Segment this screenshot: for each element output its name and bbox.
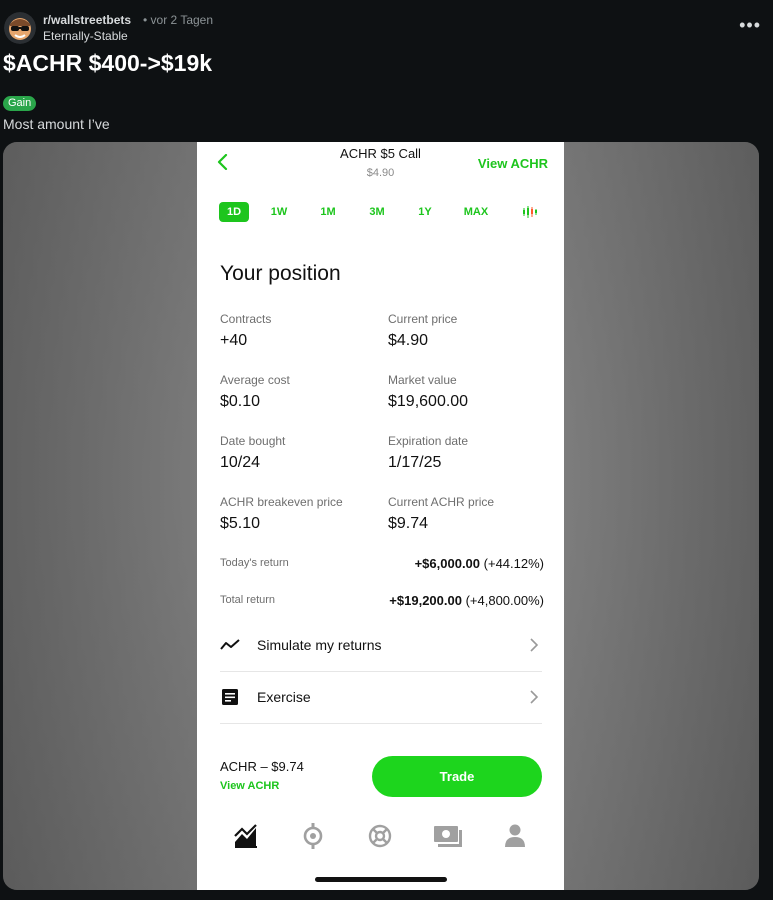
post-title[interactable]: $ACHR $400->$19k <box>3 50 212 77</box>
date-bought-label: Date bought <box>220 434 286 448</box>
contracts-label: Contracts <box>220 312 272 326</box>
todays-return-value: +$6,000.00 (+44.12%) <box>415 556 544 571</box>
home-indicator[interactable] <box>315 877 447 882</box>
total-return-percent: (+4,800.00%) <box>465 593 544 608</box>
document-icon <box>222 689 238 705</box>
simulate-returns-row[interactable]: Simulate my returns <box>220 620 542 670</box>
total-return-value: +$19,200.00 (+4,800.00%) <box>389 593 544 608</box>
phone-screenshot: ACHR $5 Call $4.90 View ACHR 1D 1W 1M 3M… <box>197 142 564 890</box>
market-value-value: $19,600.00 <box>388 393 469 410</box>
todays-return-percent: (+44.12%) <box>483 556 544 571</box>
subreddit-name[interactable]: r/wallstreetbets <box>43 13 131 27</box>
contracts-value: +40 <box>220 332 248 349</box>
current-price-label: Current price <box>388 312 458 326</box>
average-cost-label: Average cost <box>220 373 290 387</box>
post-flair[interactable]: Gain <box>3 96 37 111</box>
chevron-right-icon <box>530 690 539 704</box>
bottom-tab-bar <box>197 822 564 856</box>
network-icon[interactable] <box>366 822 394 850</box>
view-achr-link[interactable]: View ACHR <box>478 156 548 171</box>
post-author[interactable]: Eternally-Stable <box>43 29 128 43</box>
current-price-value: $4.90 <box>388 332 429 349</box>
current-achr-value: $9.74 <box>388 515 429 532</box>
range-1w[interactable]: 1W <box>269 202 289 222</box>
market-value-label: Market value <box>388 373 457 387</box>
todays-return-amount: +$6,000.00 <box>414 556 481 571</box>
account-person-icon[interactable] <box>501 822 529 850</box>
breakeven-label: ACHR breakeven price <box>220 495 343 509</box>
post-media[interactable]: ACHR $5 Call $4.90 View ACHR 1D 1W 1M 3M… <box>3 142 759 890</box>
candlestick-icon[interactable] <box>522 204 538 220</box>
investing-chart-icon[interactable] <box>232 822 260 850</box>
exercise-row[interactable]: Exercise <box>220 672 542 722</box>
simulate-returns-label: Simulate my returns <box>257 637 382 653</box>
trend-line-icon <box>220 639 240 650</box>
cash-icon[interactable] <box>432 822 464 850</box>
media-blur-left <box>3 142 197 890</box>
total-return-label: Total return <box>220 594 276 606</box>
row-divider <box>220 723 542 724</box>
range-3m[interactable]: 3M <box>367 202 387 222</box>
footer-ticker-price: ACHR – $9.74 <box>220 759 304 774</box>
trade-button[interactable]: Trade <box>372 756 542 797</box>
post-time: • vor 2 Tagen <box>143 13 214 27</box>
total-return-amount: +$19,200.00 <box>389 593 462 608</box>
range-max[interactable]: MAX <box>461 202 491 222</box>
crypto-icon[interactable] <box>299 822 327 850</box>
breakeven-value: $5.10 <box>220 515 261 532</box>
section-title: Your position <box>220 262 341 285</box>
post-header: r/wallstreetbets • vor 2 Tagen Eternally… <box>4 10 769 46</box>
average-cost-value: $0.10 <box>220 393 261 410</box>
chevron-right-icon <box>530 638 539 652</box>
todays-return-label: Today's return <box>220 557 289 569</box>
date-bought-value: 10/24 <box>220 454 261 471</box>
footer-view-achr-link[interactable]: View ACHR <box>220 780 279 792</box>
more-options-icon[interactable]: ••• <box>739 16 761 34</box>
range-1m[interactable]: 1M <box>318 202 338 222</box>
expiration-date-label: Expiration date <box>388 434 469 448</box>
range-1d[interactable]: 1D <box>219 202 249 222</box>
exercise-label: Exercise <box>257 689 311 705</box>
expiration-date-value: 1/17/25 <box>388 454 442 471</box>
subreddit-avatar[interactable] <box>4 12 36 44</box>
post-body: Most amount I’ve <box>3 116 110 132</box>
time-range-selector: 1D 1W 1M 3M 1Y MAX <box>219 202 549 222</box>
range-1y[interactable]: 1Y <box>415 202 435 222</box>
current-achr-label: Current ACHR price <box>388 495 495 509</box>
media-blur-right <box>563 142 759 890</box>
